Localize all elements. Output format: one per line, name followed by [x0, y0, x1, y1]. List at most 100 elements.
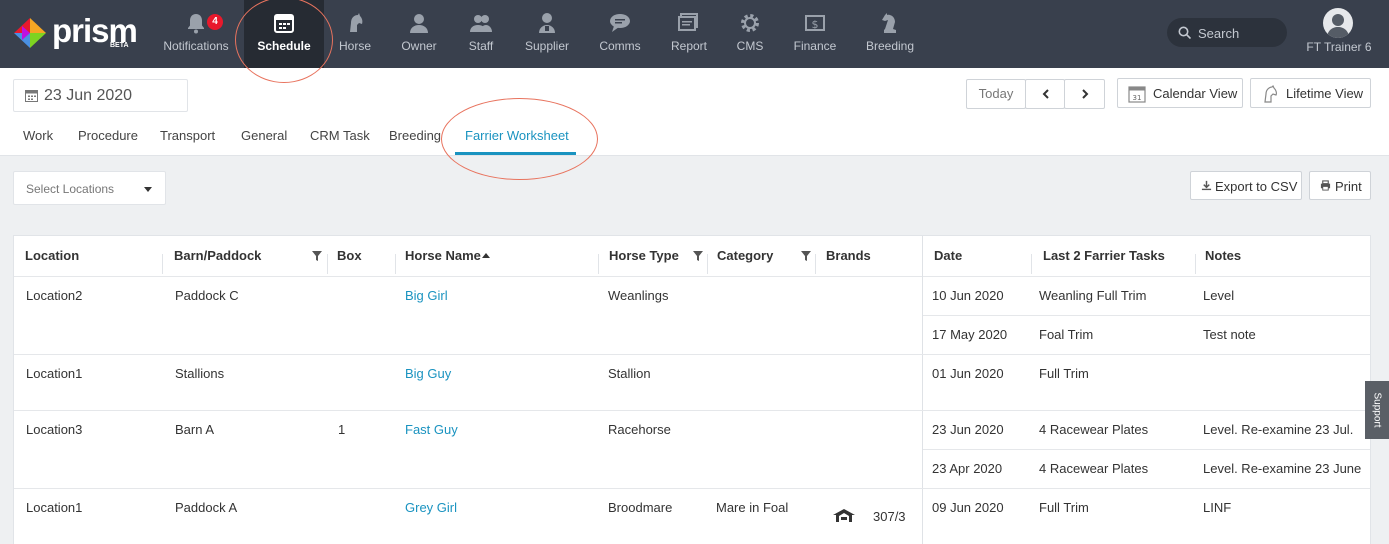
cell-date: 01 Jun 2020 — [932, 366, 1004, 381]
download-icon — [1201, 180, 1212, 191]
cell-farrier-task: Full Trim — [1039, 366, 1089, 381]
search-input[interactable]: Search — [1167, 18, 1287, 47]
tab-transport[interactable]: Transport — [160, 128, 215, 143]
dollar-icon: $ — [805, 15, 825, 31]
nav-label: Finance — [793, 39, 837, 53]
column-header-box[interactable]: Box — [337, 236, 362, 276]
horse-head-icon — [350, 13, 363, 32]
nav-comms[interactable]: Comms — [594, 0, 646, 68]
cell-date: 17 May 2020 — [932, 327, 1008, 342]
nav-supplier[interactable]: Supplier — [520, 0, 574, 68]
nav-label: Notifications — [163, 39, 229, 53]
tab-breeding[interactable]: Breeding — [389, 128, 441, 143]
export-csv-label: Export to CSV — [1215, 179, 1298, 194]
nav-label: Report — [670, 39, 708, 53]
section-divider — [922, 236, 923, 544]
column-header-brands[interactable]: Brands — [826, 236, 871, 276]
today-button[interactable]: Today — [966, 79, 1026, 109]
nav-finance[interactable]: $ Finance — [790, 0, 840, 68]
user-menu[interactable]: FT Trainer 6 — [1300, 0, 1378, 68]
cell-brand-number: 307/3 — [873, 509, 906, 524]
lifetime-view-button[interactable]: Lifetime View — [1250, 78, 1371, 108]
select-locations-dropdown[interactable]: Select Locations — [13, 171, 166, 205]
current-date: 23 Jun 2020 — [44, 87, 133, 104]
horse-name-link[interactable]: Fast Guy — [405, 422, 458, 437]
cell-farrier-task: Weanling Full Trim — [1039, 288, 1147, 303]
chevron-right-icon — [1082, 89, 1089, 99]
tab-crm-task[interactable]: CRM Task — [310, 128, 370, 143]
nav-cms[interactable]: CMS — [730, 0, 770, 68]
column-divider — [1031, 254, 1032, 274]
person-icon — [410, 14, 428, 33]
calendar-view-button[interactable]: 31 Calendar View — [1117, 78, 1243, 108]
column-header-date[interactable]: Date — [934, 236, 962, 276]
calendar-icon — [25, 90, 38, 102]
notification-badge: 4 — [207, 14, 223, 30]
cell-barn-paddock: Paddock C — [175, 288, 239, 303]
column-divider — [327, 254, 328, 274]
next-day-button[interactable] — [1064, 79, 1105, 109]
svg-text:$: $ — [812, 18, 819, 31]
support-tab[interactable]: Support — [1365, 381, 1389, 439]
horse-name-link[interactable]: Grey Girl — [405, 500, 457, 515]
cell-location: Location3 — [26, 422, 83, 437]
chess-knight-icon — [882, 13, 896, 33]
lifetime-view-label: Lifetime View — [1286, 86, 1364, 101]
filter-icon[interactable] — [312, 251, 322, 261]
print-label: Print — [1335, 179, 1362, 194]
date-picker[interactable]: 23 Jun 2020 — [13, 79, 188, 112]
avatar — [1323, 8, 1353, 38]
nav-report[interactable]: Report — [664, 0, 714, 68]
column-header-category[interactable]: Category — [717, 236, 773, 276]
row-divider — [14, 410, 1370, 411]
filter-icon[interactable] — [801, 251, 811, 261]
highlight-circle-farrier-tab — [441, 98, 598, 180]
export-csv-button[interactable]: Export to CSV — [1190, 171, 1302, 200]
horse-name-link[interactable]: Big Guy — [405, 366, 451, 381]
nav-horse[interactable]: Horse — [330, 0, 380, 68]
cell-notes: Test note — [1203, 327, 1256, 342]
cell-farrier-task: Foal Trim — [1039, 327, 1094, 342]
column-header-barn-paddock[interactable]: Barn/Paddock — [174, 236, 261, 276]
user-name: FT Trainer 6 — [1306, 40, 1372, 54]
sub-row-divider — [923, 449, 1370, 450]
tab-general[interactable]: General — [241, 128, 287, 143]
column-header-last-farrier-tasks[interactable]: Last 2 Farrier Tasks — [1043, 236, 1165, 276]
cell-notes: LINF — [1203, 500, 1232, 515]
nav-label: Breeding — [865, 39, 915, 53]
calendar-31-icon: 31 — [1128, 86, 1146, 103]
nav-staff[interactable]: Staff — [458, 0, 504, 68]
chat-bubble-icon — [610, 14, 630, 32]
filter-icon[interactable] — [693, 251, 703, 261]
cell-horse-type: Stallion — [608, 366, 651, 381]
nav-breeding[interactable]: Breeding — [862, 0, 918, 68]
tab-procedure[interactable]: Procedure — [78, 128, 138, 143]
column-header-horse-name[interactable]: Horse Name — [405, 236, 481, 276]
bell-icon — [188, 14, 204, 34]
print-button[interactable]: Print — [1309, 171, 1371, 200]
nav-label: Comms — [599, 39, 641, 53]
prism-logo[interactable]: prism BETA — [12, 12, 138, 54]
sub-row-divider — [923, 315, 1370, 316]
prev-day-button[interactable] — [1025, 79, 1065, 109]
cell-date: 10 Jun 2020 — [932, 288, 1004, 303]
select-locations-label: Select Locations — [26, 182, 115, 196]
column-header-notes[interactable]: Notes — [1205, 236, 1241, 276]
calendar-view-label: Calendar View — [1153, 86, 1238, 101]
column-header-horse-type[interactable]: Horse Type — [609, 236, 679, 276]
tab-work[interactable]: Work — [23, 128, 53, 143]
nav-owner[interactable]: Owner — [392, 0, 446, 68]
cell-horse-type: Racehorse — [608, 422, 671, 437]
nav-notifications[interactable]: 4 Notifications — [160, 0, 232, 68]
column-divider — [1195, 254, 1196, 274]
user-avatar-icon — [1327, 14, 1349, 38]
cell-notes: Level. Re-examine 23 Jul. — [1203, 422, 1354, 437]
cell-box: 1 — [338, 422, 346, 437]
cell-notes: Level — [1203, 288, 1235, 303]
cell-location: Location2 — [26, 288, 83, 303]
horse-name-link[interactable]: Big Girl — [405, 288, 448, 303]
prism-logo-icon — [14, 18, 46, 48]
cell-notes: Level. Re-examine 23 June — [1203, 461, 1362, 476]
highlight-circle-schedule — [235, 0, 333, 83]
column-header-location[interactable]: Location — [25, 236, 79, 276]
